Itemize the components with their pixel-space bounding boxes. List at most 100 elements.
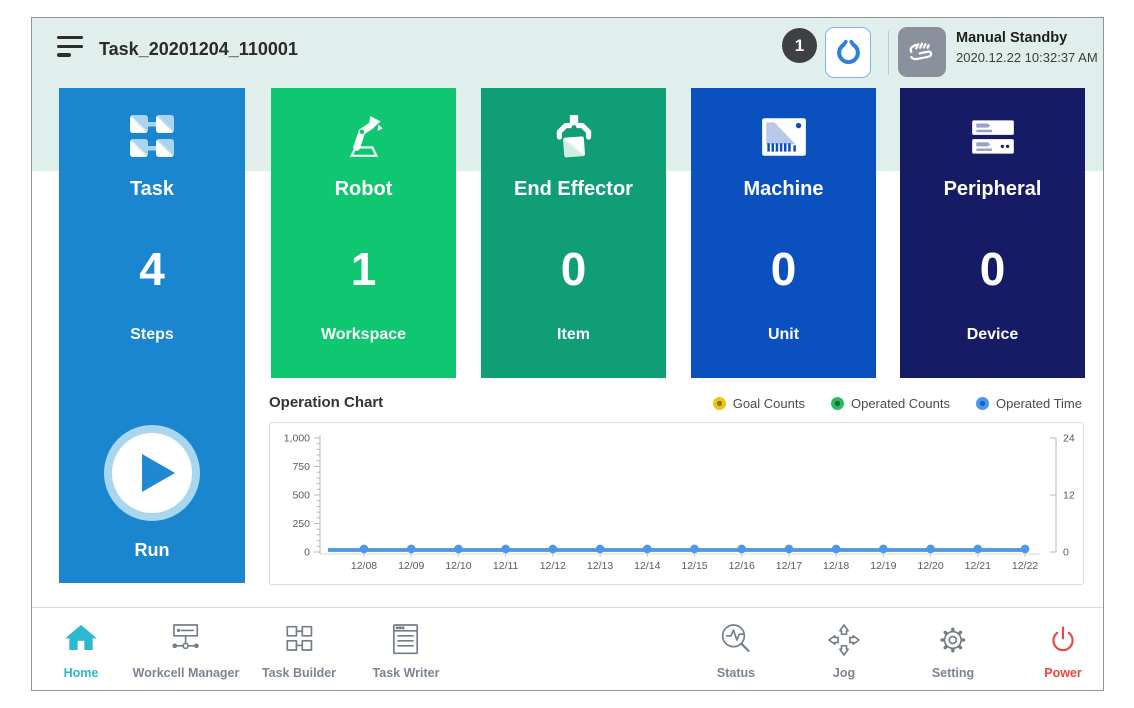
card-end-effector-unit: Item: [481, 326, 666, 344]
svg-text:12/08: 12/08: [351, 560, 377, 572]
svg-text:12/11: 12/11: [493, 560, 519, 572]
legend-operated-time-label: Operated Time: [996, 396, 1082, 411]
svg-text:24: 24: [1063, 433, 1075, 445]
nav-workcell-manager-label: Workcell Manager: [133, 666, 240, 680]
nav-workcell-manager[interactable]: Workcell Manager: [133, 620, 240, 680]
card-end-effector-title: End Effector: [481, 178, 666, 201]
card-task-title: Task: [59, 178, 245, 201]
nav-task-writer[interactable]: Task Writer: [373, 620, 440, 680]
card-machine-value: 0: [691, 242, 876, 296]
svg-text:12/15: 12/15: [681, 560, 707, 572]
task-writer-icon: [386, 620, 426, 660]
status-icon: [716, 620, 756, 660]
svg-text:0: 0: [304, 547, 310, 559]
annotation-badge: 1: [782, 28, 817, 63]
legend-operated-time[interactable]: Operated Time: [976, 396, 1082, 411]
run-button[interactable]: [103, 424, 201, 522]
nav-home-label: Home: [61, 666, 101, 680]
machine-icon: [759, 112, 809, 162]
card-machine-unit: Unit: [691, 326, 876, 344]
svg-text:12/20: 12/20: [917, 560, 943, 572]
legend-goal-counts-label: Goal Counts: [733, 396, 805, 411]
legend-operated-counts-label: Operated Counts: [851, 396, 950, 411]
card-end-effector-value: 0: [481, 242, 666, 296]
svg-text:1,000: 1,000: [284, 433, 310, 445]
operation-chart: 1,000 750 500 250 0 24 12 0 12/08 12/09 12/10 12/11…: [270, 423, 1083, 584]
operated-counts-dot-icon: [831, 397, 844, 410]
svg-text:12/10: 12/10: [445, 560, 471, 572]
header-divider: [888, 31, 889, 75]
card-robot-value: 1: [271, 242, 456, 296]
card-end-effector[interactable]: End Effector 0 Item: [481, 88, 666, 378]
svg-text:500: 500: [292, 490, 310, 502]
peripheral-device-icon: [968, 112, 1018, 162]
svg-text:12/14: 12/14: [634, 560, 660, 572]
card-robot[interactable]: Robot 1 Workspace: [271, 88, 456, 378]
run-label: Run: [59, 540, 245, 561]
datetime-label: 2020.12.22 10:32:37 AM: [956, 50, 1098, 65]
card-robot-title: Robot: [271, 178, 456, 201]
svg-text:12/09: 12/09: [398, 560, 424, 572]
svg-text:12: 12: [1063, 490, 1075, 502]
manual-hand-icon: [906, 36, 938, 68]
svg-text:12/12: 12/12: [540, 560, 566, 572]
card-peripheral-value: 0: [900, 242, 1085, 296]
robot-arm-icon: [339, 112, 389, 162]
card-task[interactable]: Task 4 Steps Run: [59, 88, 245, 583]
goal-counts-dot-icon: [713, 397, 726, 410]
legend-goal-counts[interactable]: Goal Counts: [713, 396, 805, 411]
svg-text:0: 0: [1063, 547, 1069, 559]
nav-power[interactable]: Power: [1043, 620, 1083, 680]
svg-text:12/22: 12/22: [1012, 560, 1038, 572]
nav-task-writer-label: Task Writer: [373, 666, 440, 680]
svg-text:12/18: 12/18: [823, 560, 849, 572]
end-effector-gripper-icon: [549, 112, 599, 162]
menu-button[interactable]: [57, 36, 85, 62]
manual-mode-tile[interactable]: [898, 27, 946, 77]
nav-task-builder-label: Task Builder: [262, 666, 336, 680]
task-title: Task_20201204_110001: [99, 39, 298, 60]
nav-task-builder[interactable]: Task Builder: [262, 620, 336, 680]
nav-home[interactable]: Home: [61, 620, 101, 680]
operation-chart-title: Operation Chart: [269, 394, 383, 411]
setting-gear-icon: [933, 620, 973, 660]
svg-text:750: 750: [292, 461, 310, 473]
power-icon: [1043, 620, 1083, 660]
card-peripheral-title: Peripheral: [900, 178, 1085, 201]
legend-operated-counts[interactable]: Operated Counts: [831, 396, 950, 411]
operated-time-dot-icon: [976, 397, 989, 410]
card-machine-title: Machine: [691, 178, 876, 201]
card-peripheral[interactable]: Peripheral 0 Device: [900, 88, 1085, 378]
gripper-icon: [835, 39, 862, 66]
bottom-nav: Home Workcell Manager: [32, 607, 1103, 691]
task-steps-icon: [128, 112, 176, 160]
card-task-unit: Steps: [59, 326, 245, 344]
task-builder-icon: [279, 620, 319, 660]
card-task-value: 4: [59, 242, 245, 296]
nav-power-label: Power: [1043, 666, 1083, 680]
hamburger-icon: [57, 36, 85, 57]
nav-status-label: Status: [716, 666, 756, 680]
chart-legend: Goal Counts Operated Counts Operated Tim…: [713, 396, 1082, 411]
svg-text:12/21: 12/21: [965, 560, 991, 572]
svg-text:12/13: 12/13: [587, 560, 613, 572]
card-machine[interactable]: Machine 0 Unit: [691, 88, 876, 378]
nav-status[interactable]: Status: [716, 620, 756, 680]
operation-chart-panel: 1,000 750 500 250 0 24 12 0 12/08 12/09 12/10 12/11…: [269, 422, 1084, 585]
card-peripheral-unit: Device: [900, 326, 1085, 344]
robot-mode-block: Manual Standby 2020.12.22 10:32:37 AM: [956, 30, 1098, 65]
svg-text:12/17: 12/17: [776, 560, 802, 572]
svg-text:12/19: 12/19: [870, 560, 896, 572]
nav-setting[interactable]: Setting: [932, 620, 974, 680]
gripper-button[interactable]: [825, 27, 871, 78]
workcell-manager-icon: [166, 620, 206, 660]
nav-setting-label: Setting: [932, 666, 974, 680]
svg-text:250: 250: [292, 518, 310, 530]
mode-label: Manual Standby: [956, 30, 1098, 46]
home-icon: [61, 620, 101, 660]
svg-text:12/16: 12/16: [729, 560, 755, 572]
card-robot-unit: Workspace: [271, 326, 456, 344]
jog-icon: [824, 620, 864, 660]
app-frame: Task_20201204_110001 1 Manual Standby 20…: [31, 17, 1104, 691]
nav-jog[interactable]: Jog: [824, 620, 864, 680]
